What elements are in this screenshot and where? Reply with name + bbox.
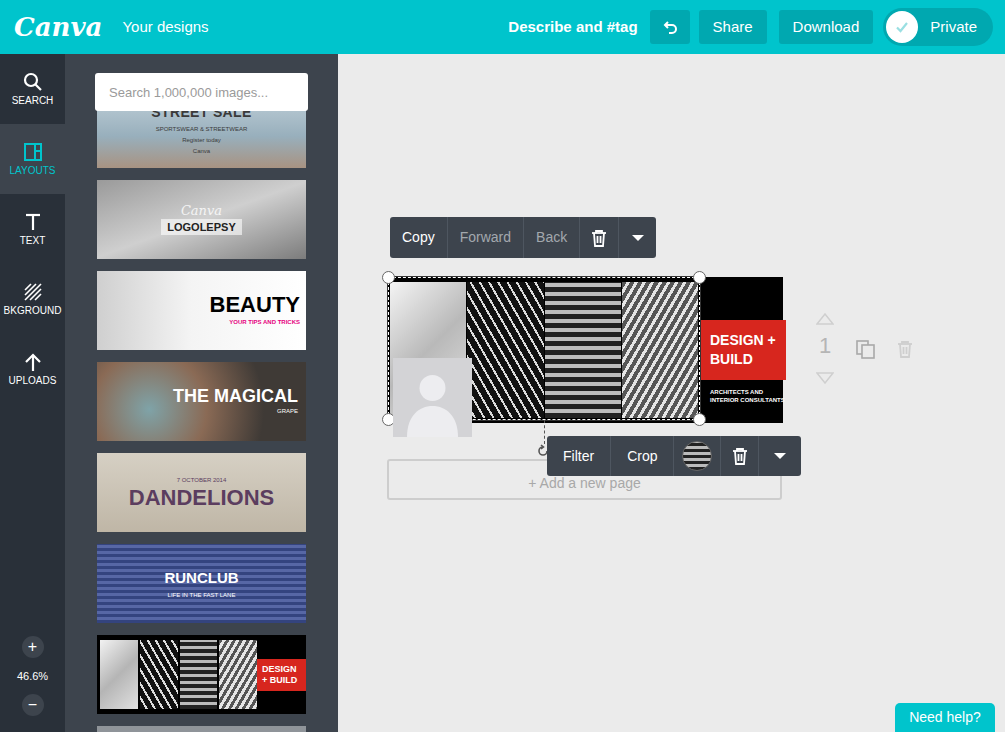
your-designs-link[interactable]: Your designs: [122, 16, 208, 39]
undo-icon[interactable]: [650, 10, 690, 44]
page-number: 1: [819, 335, 831, 357]
zoom-in-button[interactable]: +: [22, 636, 44, 658]
resize-handle[interactable]: [693, 271, 706, 284]
search-icon: [23, 72, 43, 92]
move-up-icon[interactable]: [816, 313, 834, 325]
copy-button[interactable]: Copy: [390, 217, 447, 258]
describe-link[interactable]: Describe and #tag: [508, 16, 637, 39]
trash-icon[interactable]: [579, 217, 618, 258]
privacy-toggle[interactable]: Private: [883, 8, 993, 46]
layout-thumbnail[interactable]: THE MAGICALGRAPE: [97, 362, 306, 441]
element-toolbar: CopyForwardBack: [390, 217, 656, 258]
title-box[interactable]: DESIGN +BUILD: [700, 320, 786, 380]
sidebar-item[interactable]: SEARCH: [0, 54, 65, 124]
canva-logo[interactable]: Canva: [14, 14, 102, 40]
delete-page-icon[interactable]: [897, 340, 913, 358]
help-button[interactable]: Need help?: [895, 703, 995, 732]
photo[interactable]: [467, 282, 543, 418]
back-button[interactable]: Back: [523, 217, 579, 258]
sidebar: SEARCHLAYOUTSTEXTBKGROUNDUPLOADS +46.6% −: [0, 54, 65, 732]
top-bar: Canva Your designs Describe and #tag Share D…: [0, 0, 1005, 54]
layout-thumbnail[interactable]: BEAUTYYOUR TIPS AND TRICKS: [97, 271, 306, 350]
sidebar-item[interactable]: TEXT: [0, 194, 65, 264]
text-icon: [23, 212, 43, 232]
bkground-icon: [23, 282, 43, 302]
sidebar-item[interactable]: LAYOUTS: [0, 124, 65, 194]
image-toolbar: FilterCrop: [547, 436, 801, 476]
share-button[interactable]: Share: [699, 10, 767, 44]
replace-photo-button[interactable]: [673, 436, 720, 476]
photo[interactable]: [622, 282, 698, 418]
chevron-icon[interactable]: [758, 436, 801, 476]
trash-icon[interactable]: [720, 436, 758, 476]
crop-button[interactable]: Crop: [610, 436, 673, 476]
resize-handle[interactable]: [693, 413, 706, 426]
layouts-panel: STREET SALESPORTSWEAR & STREETWEARRegist…: [65, 54, 338, 732]
layout-thumbnail[interactable]: RUNCLUBLIFE IN THE FAST LANE: [97, 544, 306, 623]
image-placeholder[interactable]: [393, 358, 472, 437]
layout-thumbnail[interactable]: CanvaLOGOLEPSY: [97, 180, 306, 259]
layout-thumbnail[interactable]: DESIGN + BUILD: [97, 635, 306, 714]
layout-thumbnail[interactable]: 7 OCTOBER 2014DANDELIONS: [97, 453, 306, 532]
uploads-icon: [23, 352, 43, 372]
duplicate-page-icon[interactable]: [856, 340, 875, 359]
sidebar-item[interactable]: UPLOADS: [0, 334, 65, 404]
download-button[interactable]: Download: [779, 10, 874, 44]
layouts-icon: [23, 142, 43, 162]
subtitle[interactable]: ARCHITECTS ANDINTERIOR CONSULTANTS: [700, 388, 786, 404]
sidebar-item[interactable]: BKGROUND: [0, 264, 65, 334]
zoom-value: 46.6%: [17, 668, 48, 685]
canvas: DESIGN +BUILD ARCHITECTS ANDINTERIOR CONS…: [338, 54, 1005, 732]
chevron-icon[interactable]: [618, 217, 656, 258]
forward-button[interactable]: Forward: [447, 217, 523, 258]
check-icon: [886, 11, 918, 43]
resize-handle[interactable]: [382, 271, 395, 284]
zoom-out-button[interactable]: −: [22, 694, 44, 716]
photo[interactable]: [545, 282, 621, 418]
layout-thumbnail[interactable]: [97, 726, 306, 732]
move-down-icon[interactable]: [816, 372, 834, 384]
image-search-field[interactable]: [95, 73, 308, 111]
filter-button[interactable]: Filter: [547, 436, 610, 476]
